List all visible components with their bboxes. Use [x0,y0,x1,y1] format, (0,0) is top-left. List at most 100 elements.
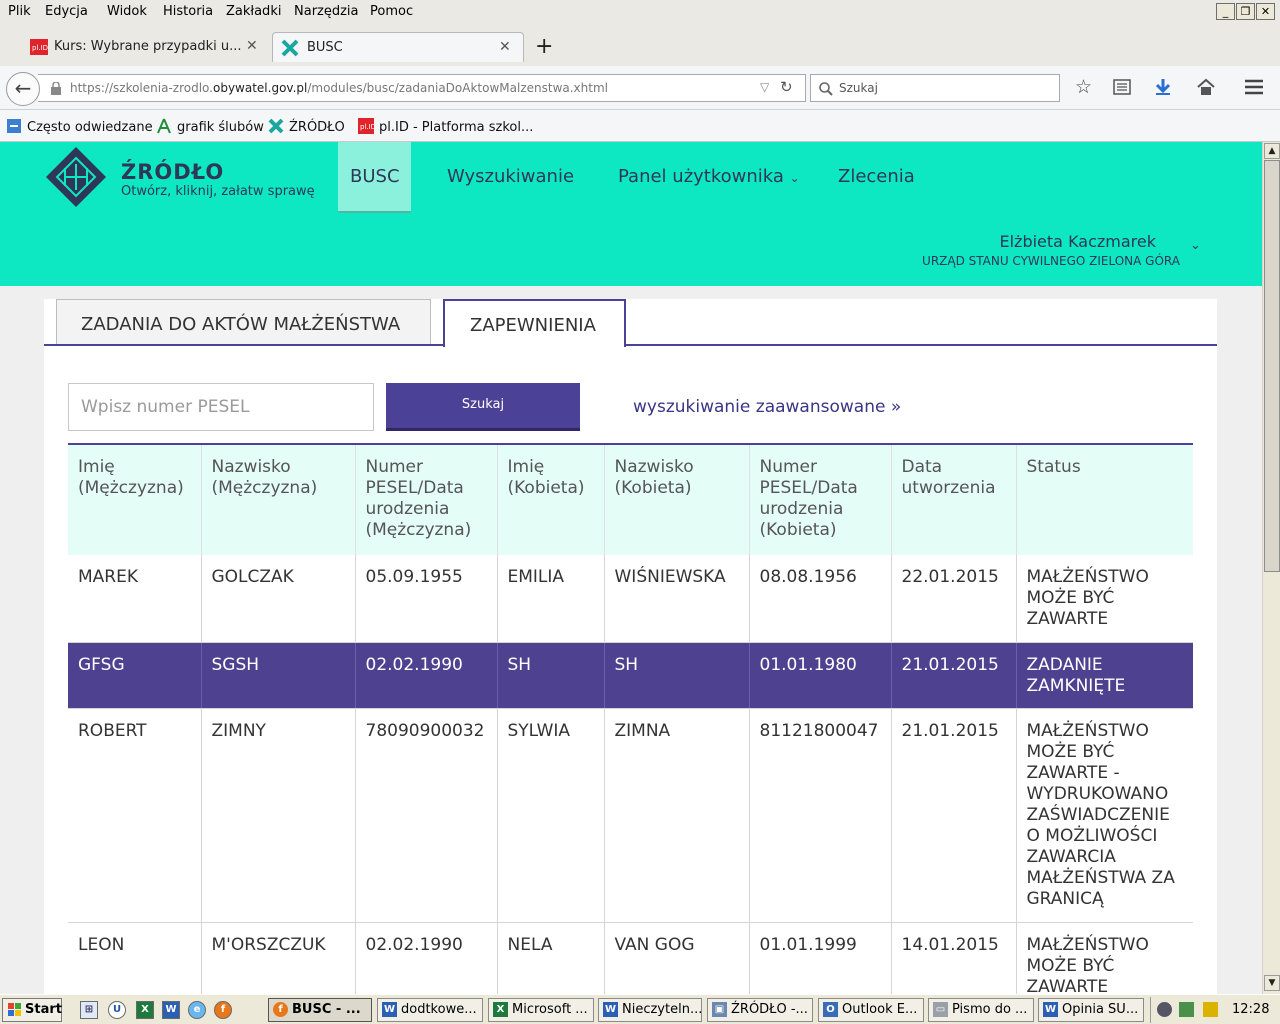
col-header[interactable]: Nazwisko (Mężczyzna) [201,445,356,555]
col-header[interactable]: Data utworzenia [891,445,1017,555]
bookmark-czesto-odwiedzane[interactable]: Często odwiedzane [6,118,153,135]
start-button[interactable]: Start [2,998,62,1022]
col-header[interactable]: Imię (Kobieta) [497,445,605,555]
scroll-thumb[interactable] [1264,160,1280,572]
task-outlook[interactable]: O Outlook E... [818,998,924,1022]
cell: MAREK [68,555,202,643]
table-row[interactable]: LEON M'ORSZCZUK 02.02.1990 NELA VAN GOG … [68,922,1193,994]
col-header[interactable]: Status [1016,445,1193,555]
col-header[interactable]: Numer PESEL/Data urodzenia (Mężczyzna) [355,445,498,555]
menu-widok[interactable]: Widok [107,4,147,19]
cell: NELA [497,922,605,994]
cell: VAN GOG [604,922,750,994]
cell: ROBERT [68,708,202,923]
col-header[interactable]: Nazwisko (Kobieta) [604,445,750,555]
advanced-search-link[interactable]: wyszukiwanie zaawansowane » [633,397,901,417]
brand-name: ŹRÓDŁO [121,160,225,184]
menu-pomoc[interactable]: Pomoc [370,4,413,19]
nav-zlecenia[interactable]: Zlecenia [838,166,915,187]
menu-narzedzia[interactable]: Narzędzia [294,4,359,19]
download-icon[interactable] [1154,78,1172,96]
col-header[interactable]: Numer PESEL/Data urodzenia (Kobieta) [749,445,892,555]
main-content: ZADANIA DO AKTÓW MAŁŻEŃSTWA ZAPEWNIENIA … [44,299,1217,994]
firefox-icon[interactable]: f [214,1001,232,1019]
dropdown-arrow-icon[interactable]: ▽ [760,80,769,94]
close-window-button[interactable]: ✕ [1256,3,1275,20]
tab-busc[interactable]: BUSC ✕ [272,32,524,62]
task-opinia[interactable]: W Opinia SU... [1038,998,1144,1022]
cell: GFSG [68,642,202,709]
chevron-down-icon[interactable]: ⌄ [1190,238,1201,253]
menu-zakladki[interactable]: Zakładki [226,4,281,19]
page-scrollbar[interactable]: ▲ ▼ [1262,142,1280,994]
menu-hamburger-icon[interactable] [1244,79,1264,95]
back-button[interactable]: ← [6,72,40,106]
cell: 05.09.1955 [355,555,498,643]
task-zrodlo[interactable]: ▣ ŹRÓDŁO -... [707,998,813,1022]
bookmark-grafik-slubow[interactable]: grafik ślubów [156,118,264,135]
url-bar[interactable]: https://szkolenia-zrodlo.obywatel.gov.pl… [38,74,806,102]
word-icon[interactable]: W [162,1001,180,1019]
zrodlo-logo[interactable] [45,146,107,208]
tab-zadania-do-aktow[interactable]: ZADANIA DO AKTÓW MAŁŻEŃSTWA [56,299,431,345]
table-row-selected[interactable]: GFSG SGSH 02.02.1990 SH SH 01.01.1980 21… [68,642,1193,709]
cell: 01.01.1999 [749,922,892,994]
menu-plik[interactable]: Plik [8,4,31,19]
nav-busc[interactable]: BUSC [338,142,411,213]
nav-wyszukiwanie[interactable]: Wyszukiwanie [447,166,574,187]
tab-kurs[interactable]: pl.ID Kurs: Wybrane przypadki u... ✕ [24,32,270,62]
cell: ZIMNY [201,708,356,923]
menu-edycja[interactable]: Edycja [45,4,88,19]
ie-icon[interactable]: e [188,1001,206,1019]
task-pismo[interactable]: ▭ Pismo do ... [928,998,1034,1022]
task-nieczyteln[interactable]: W Nieczyteln... [598,998,702,1022]
word-icon: W [1043,1002,1058,1017]
close-tab-icon[interactable]: ✕ [499,39,511,55]
task-busc[interactable]: f BUSC - ... [268,998,372,1022]
word-icon: W [382,1002,397,1017]
windows-taskbar: Start ⊞ U X W e f f BUSC - ... Wdodtkowe.… [0,994,1280,1024]
desktop-icon[interactable]: ⊞ [80,1001,98,1019]
user-name[interactable]: Elżbieta Kaczmarek [1000,232,1157,251]
col-header[interactable]: Imię (Mężczyzna) [68,445,202,555]
tray-bars-icon[interactable] [1203,1002,1218,1017]
restore-button[interactable]: ❐ [1236,3,1255,20]
nav-busc-label: BUSC [350,166,400,187]
task-dodtkowe[interactable]: Wdodtkowe... [377,998,483,1022]
frequent-icon [7,119,21,133]
task-microsoft[interactable]: X Microsoft ... [488,998,594,1022]
search-button[interactable]: Szukaj [386,383,580,431]
bookmark-zrodlo[interactable]: ŹRÓDŁO [268,118,345,135]
reload-icon[interactable]: ↻ [780,78,793,96]
search-box[interactable]: Szukaj [810,74,1060,102]
excel-icon: X [493,1002,508,1017]
table-row[interactable]: MAREK GOLCZAK 05.09.1955 EMILIA WIŚNIEWS… [68,555,1193,643]
usos-icon[interactable]: U [108,1001,126,1019]
bookmark-star-icon[interactable]: ☆ [1075,76,1092,98]
bookmark-plid[interactable]: pl.ID pl.ID - Platforma szkol... [358,118,533,135]
close-tab-icon[interactable]: ✕ [246,38,258,54]
plid-icon: pl.ID [30,39,48,55]
scroll-down-arrow[interactable]: ▼ [1264,975,1280,991]
network-icon[interactable] [1179,1002,1194,1017]
table-row[interactable]: ROBERT ZIMNY 78090900032 SYLWIA ZIMNA 81… [68,708,1193,923]
pesel-search-input[interactable] [68,383,374,431]
table-header-row: Imię (Mężczyzna) Nazwisko (Mężczyzna) Nu… [68,445,1193,555]
tray-app-icon[interactable] [1157,1002,1172,1017]
tab-zapewnienia[interactable]: ZAPEWNIENIA [443,299,626,347]
chevron-down-icon: ⌄ [789,171,800,185]
brand-tagline: Otwórz, kliknij, załatw sprawę [121,184,315,199]
nav-panel-uzytkownika[interactable]: Panel użytkownika ⌄ [618,166,800,187]
scroll-up-arrow[interactable]: ▲ [1264,143,1280,159]
new-tab-icon[interactable]: + [535,34,553,59]
url-text: https://szkolenia-zrodlo.obywatel.gov.pl… [70,81,608,95]
reading-list-icon[interactable] [1113,79,1131,95]
excel-icon[interactable]: X [136,1001,154,1019]
grafik-icon [157,118,171,134]
cell: SGSH [201,642,356,709]
cell: EMILIA [497,555,605,643]
home-icon[interactable] [1196,78,1216,96]
minimize-button[interactable]: _ [1216,3,1235,20]
cell: ZADANIE ZAMKNIĘTE [1016,642,1193,709]
menu-historia[interactable]: Historia [163,4,213,19]
